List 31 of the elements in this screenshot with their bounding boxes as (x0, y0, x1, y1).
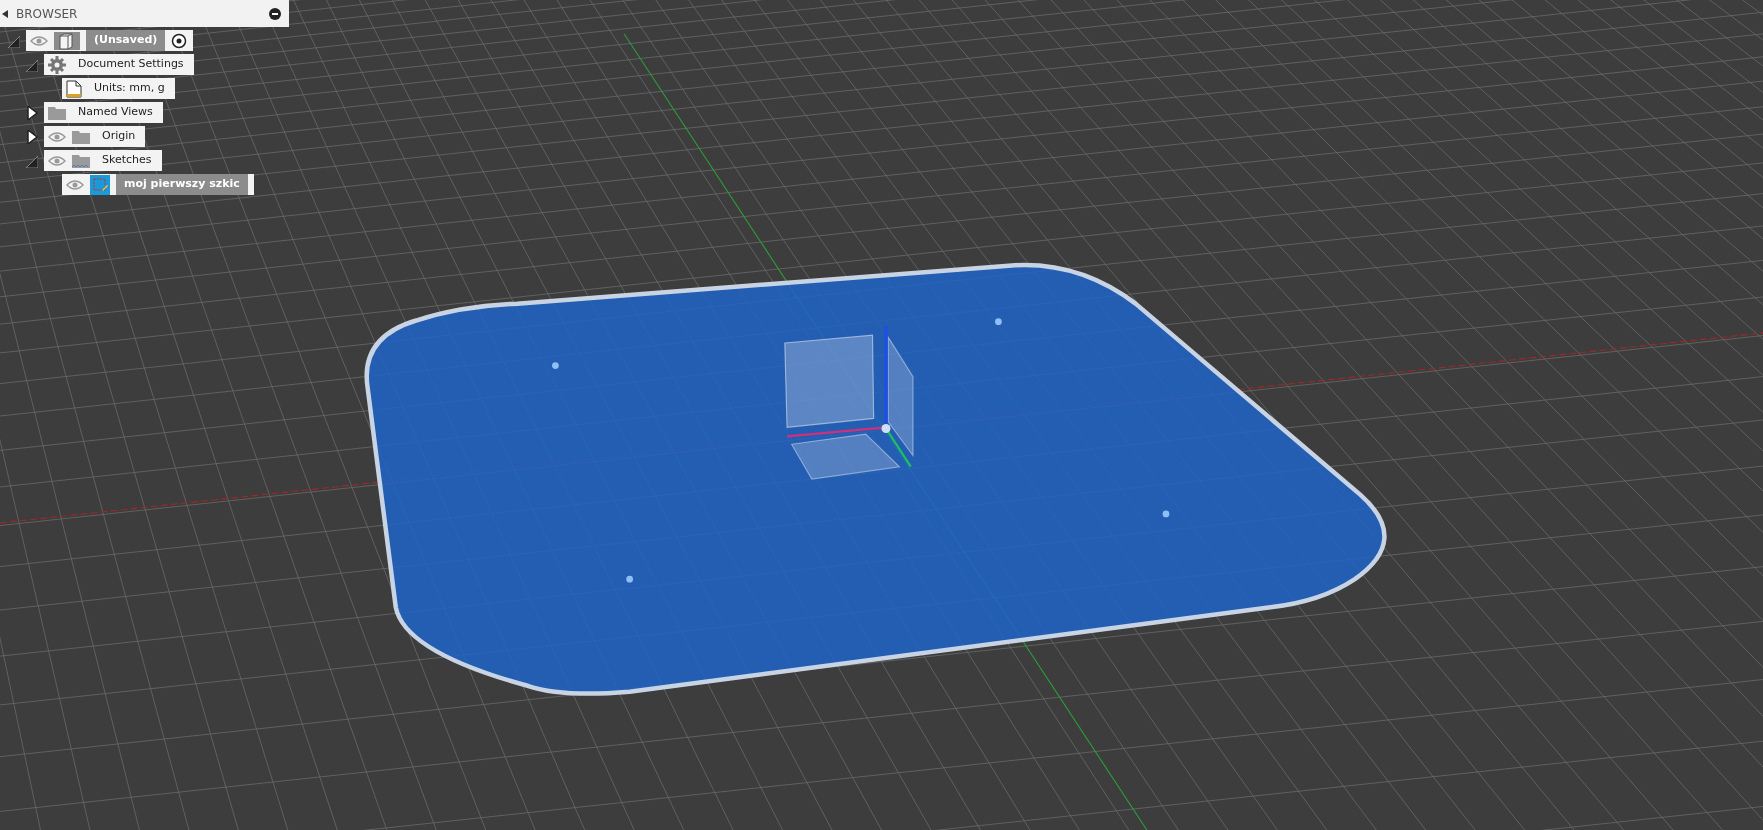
gear-icon (48, 55, 66, 74)
expanded-arrow-icon[interactable] (8, 33, 20, 48)
origin-point[interactable] (881, 424, 891, 433)
sketch-icon (90, 174, 110, 195)
sketch-point[interactable] (552, 362, 559, 369)
sketch-point[interactable] (626, 575, 633, 583)
minimize-icon[interactable] (269, 7, 281, 20)
component-box-icon (54, 31, 80, 50)
collapsed-arrow-icon[interactable] (26, 105, 38, 120)
expanded-arrow-icon[interactable] (26, 153, 38, 168)
eye-icon[interactable] (30, 34, 48, 47)
collapsed-arrow-icon[interactable] (26, 129, 38, 144)
eye-icon[interactable] (66, 178, 84, 191)
folder-icon (72, 129, 90, 144)
activate-radio-icon[interactable] (171, 32, 188, 49)
tree-item[interactable]: Units: mm, g (62, 78, 175, 99)
expanded-arrow-icon[interactable] (26, 57, 38, 72)
panel-title: BROWSER (16, 5, 79, 23)
sketch-profile[interactable] (364, 262, 1387, 696)
folder-icon (48, 105, 66, 120)
tree-item[interactable]: Document Settings (44, 54, 194, 75)
collapse-arrow-icon[interactable] (2, 9, 8, 18)
tree-item[interactable]: Named Views (44, 102, 163, 123)
document-icon (66, 79, 82, 98)
eye-icon[interactable] (48, 154, 66, 167)
tree-item[interactable]: Origin (44, 126, 146, 147)
eye-icon[interactable] (48, 130, 66, 143)
folder-icon (72, 153, 90, 168)
sketch-point[interactable] (1162, 510, 1170, 518)
sketch-point[interactable] (995, 318, 1002, 326)
tree-item[interactable]: Sketches (44, 150, 162, 171)
